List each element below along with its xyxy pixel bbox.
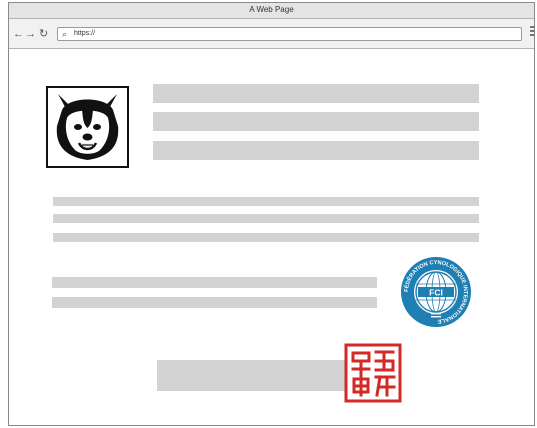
- button-placeholder: [157, 360, 347, 391]
- fci-globe-icon: FCI FÉDÉRATION CYNOLOGIQUE INTERNATIONAL…: [401, 257, 471, 327]
- seal-stamp-icon: [344, 343, 402, 403]
- back-arrow-icon[interactable]: ←: [13, 28, 24, 40]
- title-bar: A Web Page: [9, 3, 534, 19]
- browser-toolbar: ← → ↻ ⌕ https://: [9, 19, 535, 49]
- fci-emblem: FCI FÉDÉRATION CYNOLOGIQUE INTERNATIONAL…: [400, 256, 472, 328]
- search-icon: ⌕: [62, 29, 68, 39]
- reload-icon[interactable]: ↻: [39, 28, 48, 40]
- text-placeholder-line: [52, 277, 377, 288]
- text-placeholder-line: [53, 214, 479, 223]
- forward-arrow-icon[interactable]: →: [25, 28, 36, 40]
- hamburger-menu-icon[interactable]: [530, 26, 535, 38]
- husky-face-icon: [48, 88, 127, 166]
- red-chinese-seal-stamp: [344, 343, 402, 403]
- fci-center-text: FCI: [429, 288, 443, 298]
- content-placeholder-bar: [153, 141, 479, 160]
- content-placeholder-bar: [153, 84, 479, 103]
- text-placeholder-line: [52, 297, 377, 308]
- content-placeholder-bar: [153, 112, 479, 131]
- husky-dog-logo: [46, 86, 129, 168]
- text-placeholder-line: [53, 197, 479, 206]
- window-title: A Web Page: [249, 5, 294, 14]
- text-placeholder-line: [53, 233, 479, 242]
- url-text: https://: [74, 30, 96, 37]
- address-bar[interactable]: ⌕ https://: [57, 27, 522, 41]
